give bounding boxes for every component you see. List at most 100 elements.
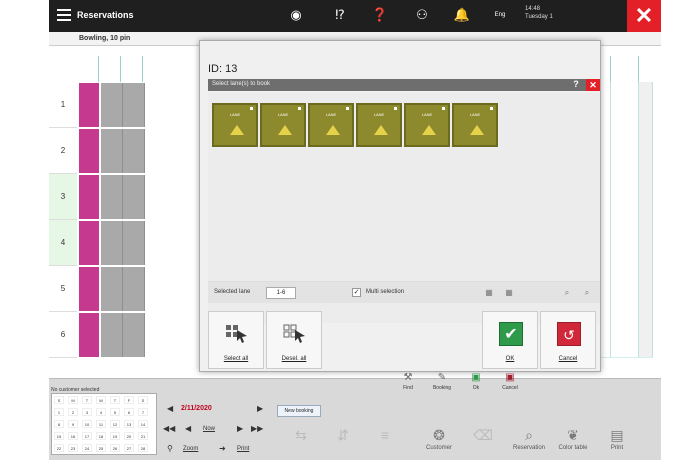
scrollbar[interactable] <box>639 82 653 358</box>
undo-icon: ↺ <box>557 322 581 346</box>
print-button[interactable]: ▤ Print <box>597 425 637 459</box>
user-date: Tuesday 1 <box>525 14 553 20</box>
zoom-out-icon[interactable]: ⌕ <box>562 288 572 298</box>
calendar-day[interactable]: 26 <box>110 444 120 452</box>
grid-icon[interactable]: ▦ <box>504 288 514 298</box>
grid-icon[interactable]: ▦ <box>484 288 494 298</box>
lane-tile-label: LANE <box>277 112 289 117</box>
calendar-day[interactable]: 5 <box>110 408 120 416</box>
lane-tile[interactable]: LANE <box>452 103 498 147</box>
reservation-button[interactable]: ⌕ Reservation <box>509 425 549 459</box>
calendar-day[interactable]: 27 <box>124 444 134 452</box>
calendar-day[interactable]: 12 <box>110 420 120 428</box>
lane-tile[interactable]: LANE <box>308 103 354 147</box>
calendar-day[interactable]: 2 <box>68 408 78 416</box>
calendar-day[interactable]: 15 <box>54 432 64 440</box>
find-button[interactable]: ⚒ Find <box>393 371 423 395</box>
calendar-day[interactable]: 24 <box>82 444 92 452</box>
booking-button[interactable]: ✎ Booking <box>427 371 457 395</box>
deselect-all-button[interactable]: Desel. all <box>266 311 322 369</box>
calendar-day[interactable]: W <box>96 396 106 404</box>
app-title: Reservations <box>77 10 134 20</box>
calendar-day[interactable]: 23 <box>68 444 78 452</box>
zoom-button[interactable]: Zoom <box>183 446 198 452</box>
print-arrow-icon[interactable]: ➜ <box>219 444 226 453</box>
next-icon[interactable]: ▶ <box>237 424 243 433</box>
booking-block[interactable] <box>79 267 99 311</box>
calendar-day[interactable]: 21 <box>138 432 148 440</box>
toolbar-ok-button[interactable]: ▣ Ok <box>461 371 491 395</box>
new-booking-button[interactable]: New booking <box>277 405 321 417</box>
color-table-button[interactable]: ❦ Color table <box>553 425 593 459</box>
dialog-title: Select lane(s) to book <box>212 81 271 87</box>
calendar-day[interactable]: T <box>110 396 120 404</box>
print-small-button[interactable]: Print <box>237 446 249 452</box>
zoom-icon[interactable]: ⚲ <box>167 444 173 453</box>
toolbar-cancel-button[interactable]: ▣ Cancel <box>495 371 525 395</box>
prev-day-icon[interactable]: ◀ <box>167 404 173 413</box>
ok-button[interactable]: ✔ OK <box>482 311 538 369</box>
circle-icon[interactable]: ◉ <box>287 7 305 23</box>
calendar-day[interactable]: 6 <box>124 408 134 416</box>
calendar-day[interactable]: S <box>54 396 64 404</box>
mini-calendar[interactable]: S M T W T F S 1 2 3 4 5 6 7 8 9 10 11 12 13 14 15 16 17 18 19 20 21… <box>51 393 157 455</box>
lane-tile[interactable]: LANE <box>404 103 450 147</box>
dialog-close-button[interactable]: ✕ <box>586 79 600 91</box>
question-icon[interactable]: ❓ <box>371 7 389 23</box>
lane-tile[interactable]: LANE <box>356 103 402 147</box>
lane-tile-label: LANE <box>325 112 337 117</box>
grid-column[interactable] <box>611 82 639 358</box>
calendar-day[interactable]: 25 <box>96 444 106 452</box>
prev-icon[interactable]: ◀ <box>185 424 191 433</box>
zoom-in-icon[interactable]: ⌕ <box>582 288 592 298</box>
calendar-day[interactable]: S <box>138 396 148 404</box>
next-day-icon[interactable]: ▶ <box>257 404 263 413</box>
users-icon[interactable]: ⚇ <box>413 7 431 23</box>
close-button[interactable]: ✕ <box>627 0 661 32</box>
calendar-day[interactable]: 14 <box>138 420 148 428</box>
multi-selection-checkbox[interactable]: ✓ <box>352 288 361 297</box>
calendar-day[interactable]: F <box>124 396 134 404</box>
ok-label: OK <box>505 356 515 362</box>
booking-block[interactable] <box>79 129 99 173</box>
bell-icon[interactable]: 🔔 <box>453 7 471 23</box>
selected-lane-field[interactable]: 1-6 <box>266 287 296 299</box>
calendar-day[interactable]: 22 <box>54 444 64 452</box>
language-label[interactable]: Eng <box>491 12 509 18</box>
calendar-day[interactable]: 1 <box>54 408 64 416</box>
now-button[interactable]: Now <box>203 426 215 432</box>
calendar-day[interactable]: 11 <box>96 420 106 428</box>
calendar-day[interactable]: 13 <box>124 420 134 428</box>
menu-icon[interactable] <box>57 9 71 21</box>
calendar-day[interactable]: 16 <box>68 432 78 440</box>
select-all-icon <box>226 325 247 343</box>
help-icon[interactable]: ? <box>570 79 582 91</box>
cancel-button[interactable]: ↺ Cancel <box>540 311 596 369</box>
calendar-day[interactable]: 18 <box>96 432 106 440</box>
calendar-day[interactable]: 3 <box>82 408 92 416</box>
calendar-day[interactable]: 20 <box>124 432 134 440</box>
lane-tile[interactable]: LANE <box>260 103 306 147</box>
booking-block[interactable] <box>79 175 99 219</box>
current-date[interactable]: 2/11/2020 <box>181 405 212 412</box>
lane-icon <box>374 125 388 135</box>
calendar-day[interactable]: 17 <box>82 432 92 440</box>
prev-week-icon[interactable]: ◀◀ <box>163 424 175 433</box>
calendar-day[interactable]: M <box>68 396 78 404</box>
calendar-day[interactable]: 19 <box>110 432 120 440</box>
customer-button[interactable]: ❂ Customer <box>419 425 459 459</box>
booking-block[interactable] <box>79 221 99 265</box>
calendar-day[interactable]: 28 <box>138 444 148 452</box>
calendar-day[interactable]: 10 <box>82 420 92 428</box>
booking-block[interactable] <box>79 83 99 127</box>
calendar-day[interactable]: 7 <box>138 408 148 416</box>
booking-block[interactable] <box>79 313 99 357</box>
select-all-button[interactable]: Select all <box>208 311 264 369</box>
calendar-day[interactable]: 9 <box>68 420 78 428</box>
calendar-day[interactable]: T <box>82 396 92 404</box>
calendar-day[interactable]: 4 <box>96 408 106 416</box>
lane-tile[interactable]: LANE <box>212 103 258 147</box>
next-week-icon[interactable]: ▶▶ <box>251 424 263 433</box>
calendar-day[interactable]: 8 <box>54 420 64 428</box>
help-icon[interactable]: ⁉ <box>331 7 349 23</box>
